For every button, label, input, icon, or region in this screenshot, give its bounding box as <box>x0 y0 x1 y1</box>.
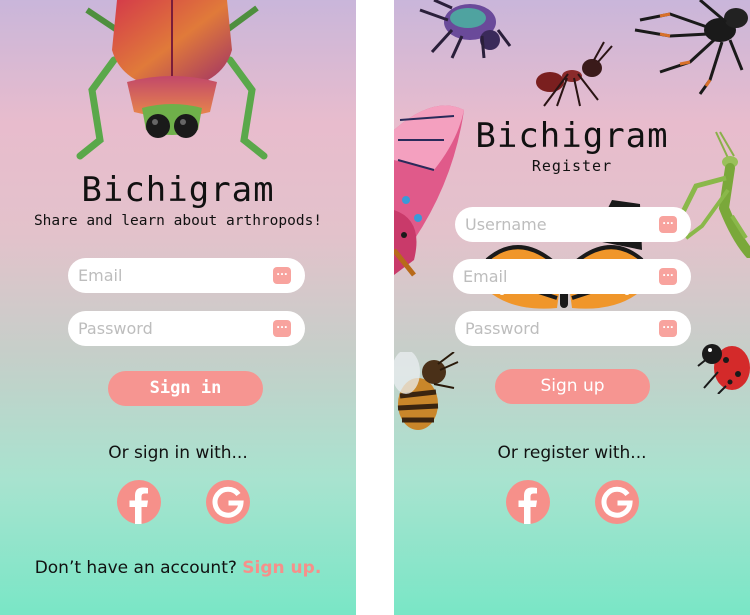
password-field[interactable]: ... <box>455 311 691 346</box>
username-field[interactable]: ... <box>455 207 691 242</box>
login-screen: Bichigram Share and learn about arthropo… <box>0 0 356 615</box>
more-dots-icon[interactable]: ... <box>273 320 291 337</box>
email-input[interactable] <box>78 258 258 293</box>
sign-up-link[interactable]: Sign up. <box>242 558 321 578</box>
more-dots-icon[interactable]: ... <box>659 320 677 337</box>
email-input[interactable] <box>463 259 643 294</box>
signup-prompt-text: Don’t have an account? <box>34 558 237 578</box>
email-field[interactable]: ... <box>453 259 691 294</box>
email-field[interactable]: ... <box>68 258 305 293</box>
alt-signin-label: Or sign in with... <box>108 443 248 463</box>
password-input[interactable] <box>78 311 258 346</box>
bee-icon <box>394 352 459 430</box>
app-title: Bichigram <box>81 170 275 210</box>
sign-in-button[interactable]: Sign in <box>108 371 263 406</box>
facebook-login-button[interactable] <box>117 480 161 524</box>
ant-icon <box>536 41 613 107</box>
google-icon <box>212 486 244 518</box>
google-login-button[interactable] <box>206 480 250 524</box>
facebook-icon <box>129 487 148 524</box>
signup-prompt: Don’t have an account? Sign up. <box>0 558 356 578</box>
ladybug-icon <box>697 344 750 394</box>
more-dots-icon[interactable]: ... <box>273 267 291 284</box>
app-tagline: Share and learn about arthropods! <box>33 213 323 229</box>
google-icon <box>601 486 633 518</box>
beetle-icon <box>76 0 268 160</box>
google-register-button[interactable] <box>595 480 639 524</box>
facebook-icon <box>518 487 537 524</box>
beetle-icon <box>419 0 512 59</box>
alt-register-label: Or register with... <box>497 443 647 463</box>
password-field[interactable]: ... <box>68 311 305 346</box>
password-input[interactable] <box>465 311 645 346</box>
sign-up-button[interactable]: Sign up <box>495 369 650 404</box>
more-dots-icon[interactable]: ... <box>659 216 677 233</box>
register-screen: Bichigram Register ... ... ... Sign up O… <box>394 0 750 615</box>
app-title: Bichigram <box>475 116 669 156</box>
register-subtitle: Register <box>531 157 613 175</box>
more-dots-icon[interactable]: ... <box>659 268 677 285</box>
spider-icon <box>634 0 748 95</box>
username-input[interactable] <box>465 207 645 242</box>
facebook-register-button[interactable] <box>506 480 550 524</box>
